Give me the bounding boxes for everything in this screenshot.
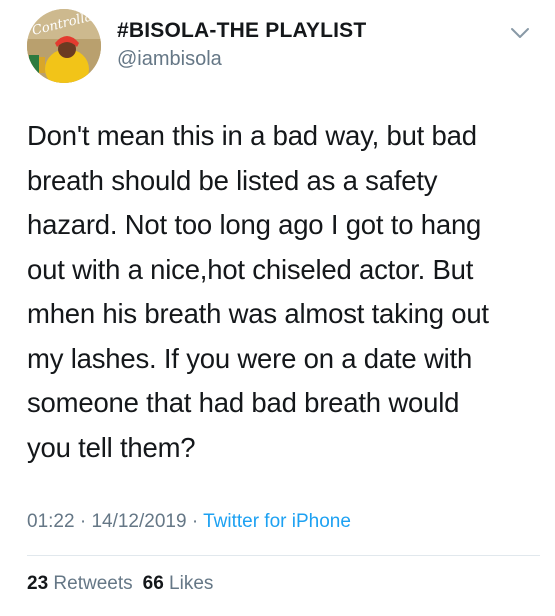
- separator: ·: [191, 511, 199, 532]
- tweet-source-link[interactable]: Twitter for iPhone: [203, 511, 351, 532]
- tweet-text-line: breath should be listed as a safety: [27, 164, 438, 196]
- likes-label: Likes: [169, 573, 214, 594]
- tweet-text-line: mhen his breath was almost taking out: [27, 298, 489, 329]
- retweets-stat[interactable]: 23 Retweets: [27, 573, 133, 594]
- retweets-count: 23: [27, 573, 49, 594]
- tweet-meta: 01:22 · 14/12/2019 · Twitter for iPhone: [27, 511, 351, 533]
- divider: [27, 555, 540, 556]
- user-handle[interactable]: @iambisola: [117, 48, 222, 71]
- tweet-date[interactable]: 14/12/2019: [91, 511, 186, 532]
- tweet-time[interactable]: 01:22: [27, 511, 75, 532]
- tweet-text: Don't mean this in a bad way, but bad br…: [27, 114, 542, 470]
- avatar[interactable]: Controlla: [27, 9, 101, 83]
- likes-stat[interactable]: 66 Likes: [143, 573, 214, 594]
- tweet-card: Controlla #BISOLA-THE PLAYLIST @iambisol…: [0, 0, 555, 616]
- display-name[interactable]: #BISOLA-THE PLAYLIST: [117, 19, 366, 43]
- tweet-text-line: hazard. Not too long ago I got to hang: [27, 209, 482, 240]
- avatar-image: Controlla: [27, 9, 101, 83]
- tweet-text-line: you tell them?: [27, 431, 196, 463]
- tweet-text-line: out with a nice,hot chiseled actor. But: [27, 253, 474, 285]
- tweet-text-line: someone that had bad breath would: [27, 387, 460, 418]
- tweet-text-line: my lashes. If you were on a date with: [27, 342, 473, 374]
- chevron-down-icon[interactable]: [510, 26, 530, 40]
- likes-count: 66: [142, 573, 164, 594]
- separator: ·: [79, 511, 87, 532]
- tweet-text-line: Don't mean this in a bad way, but bad: [27, 120, 477, 151]
- retweets-label: Retweets: [53, 573, 133, 594]
- engagement-stats: 23 Retweets 66 Likes: [27, 573, 213, 595]
